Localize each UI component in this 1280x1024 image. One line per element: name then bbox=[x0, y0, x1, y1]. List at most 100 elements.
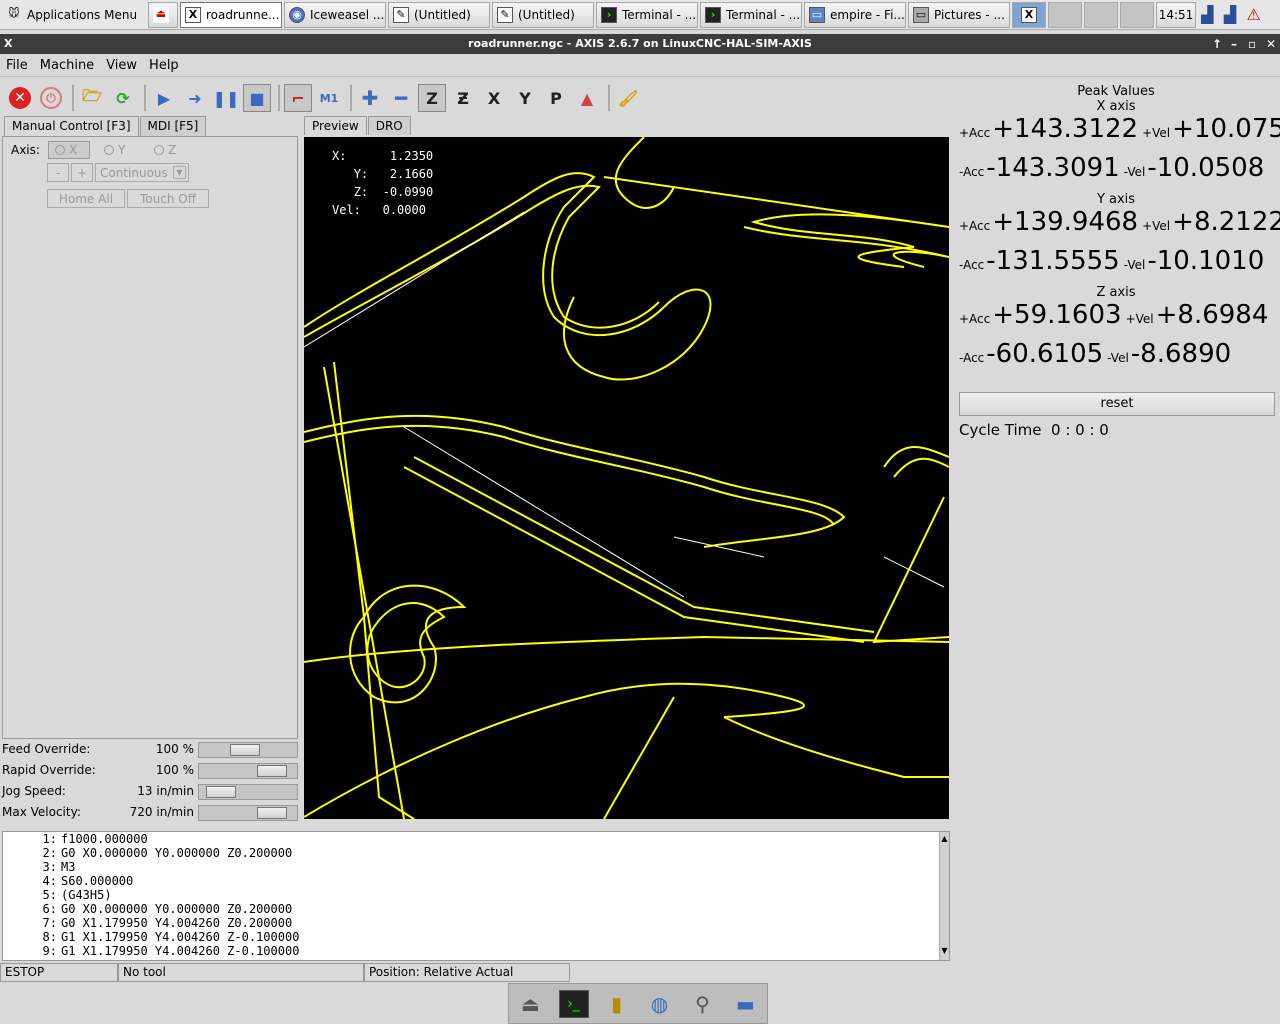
menu-machine[interactable]: Machine bbox=[34, 58, 100, 73]
tab-mdi[interactable]: MDI [F5] bbox=[139, 116, 207, 136]
reload-button[interactable]: ⟳ bbox=[109, 84, 137, 112]
web-browser-icon[interactable]: ◍ bbox=[645, 990, 675, 1018]
menu-help[interactable]: Help bbox=[143, 58, 185, 73]
task-untitled-1[interactable]: ✎ (Untitled) bbox=[388, 1, 490, 28]
task-terminal-1[interactable]: › Terminal - ... bbox=[596, 1, 698, 28]
pause-button[interactable]: ❚❚ bbox=[212, 84, 240, 112]
menu-view[interactable]: View bbox=[100, 58, 143, 73]
tab-manual-control[interactable]: Manual Control [F3] bbox=[4, 116, 139, 136]
home-all-button[interactable]: Home All bbox=[47, 189, 125, 208]
slider-handle[interactable] bbox=[206, 786, 236, 798]
workspace-3[interactable] bbox=[1084, 1, 1118, 28]
gcode-line[interactable]: 6: G0 X0.000000 Y0.000000 Z0.200000 bbox=[3, 902, 949, 916]
slider-handle[interactable] bbox=[257, 765, 287, 777]
task-empire[interactable]: ▭ empire - Fi... bbox=[804, 1, 906, 28]
slider-handle[interactable] bbox=[257, 807, 287, 819]
raise-icon[interactable]: ↑ bbox=[1212, 34, 1222, 54]
gcode-line-number: 6: bbox=[42, 902, 57, 916]
tab-dro[interactable]: DRO bbox=[367, 116, 411, 135]
tab-preview[interactable]: Preview bbox=[304, 116, 367, 135]
jog-minus-button[interactable]: - bbox=[47, 163, 69, 182]
gcode-line[interactable]: 1: f1000.000000 bbox=[3, 832, 949, 846]
window-titlebar[interactable]: X roadrunner.ngc - AXIS 2.6.7 on LinuxCN… bbox=[0, 34, 1280, 54]
applications-menu-button[interactable]: 🐭 Applications Menu bbox=[2, 2, 146, 28]
gcode-line[interactable]: 7: G0 X1.179950 Y4.004260 Z0.200000 bbox=[3, 916, 949, 930]
editor-icon: ✎ bbox=[393, 6, 409, 23]
estop-button[interactable]: ✕ bbox=[6, 84, 34, 112]
zoom-in-button[interactable]: ✚ bbox=[356, 84, 384, 112]
gcode-listing[interactable]: 1: f1000.000000 2: G0 X0.000000 Y0.000000 Z… bbox=[2, 831, 950, 961]
jog-plus-button[interactable]: + bbox=[71, 163, 93, 182]
left-panel: Manual Control [F3] MDI [F5] Axis: X Y Z… bbox=[0, 116, 300, 739]
gcode-line[interactable]: 2: G0 X0.000000 Y0.000000 Z0.200000 bbox=[3, 846, 949, 860]
folder-icon: ▭ bbox=[913, 6, 929, 23]
slider-handle[interactable] bbox=[230, 744, 260, 756]
network-signal-icon[interactable]: ▟ bbox=[1224, 5, 1236, 24]
folder-open-icon: 🗁 bbox=[82, 85, 102, 105]
maximize-icon[interactable]: ▫ bbox=[1248, 34, 1256, 54]
gcode-line[interactable]: 5: (G43H5) bbox=[3, 888, 949, 902]
close-icon[interactable]: ✕ bbox=[1266, 34, 1276, 54]
open-file-button[interactable]: 🗁 bbox=[78, 84, 106, 112]
search-icon[interactable]: ⚲ bbox=[688, 990, 718, 1018]
max-velocity-slider[interactable] bbox=[198, 805, 298, 821]
task-terminal-2[interactable]: › Terminal - ... bbox=[700, 1, 802, 28]
clear-backplot-button[interactable]: 🖌 bbox=[614, 84, 642, 112]
minimize-icon[interactable]: – bbox=[1231, 34, 1237, 54]
nacc-label: -Acc bbox=[959, 351, 985, 365]
jog-mode-select[interactable]: Continuous ▼ bbox=[95, 163, 189, 182]
zoom-out-button[interactable]: ━ bbox=[387, 84, 415, 112]
gcode-scrollbar[interactable]: ▲ ▼ bbox=[939, 832, 949, 960]
block-delete-button[interactable]: ⌐ bbox=[284, 84, 312, 112]
view-p-button[interactable]: P bbox=[542, 84, 570, 112]
view-y-button[interactable]: Y bbox=[511, 84, 539, 112]
view-z-button[interactable]: Z bbox=[418, 84, 446, 112]
scroll-up-icon[interactable]: ▲ bbox=[940, 834, 949, 846]
show-desktop-icon[interactable]: ⏏ bbox=[516, 990, 546, 1018]
workspace-1[interactable]: X bbox=[1012, 1, 1046, 28]
file-manager-icon[interactable]: ▮ bbox=[602, 990, 632, 1018]
logout-icon: ⏏ bbox=[153, 6, 169, 23]
axis-x-radio[interactable]: X bbox=[47, 141, 90, 159]
stop-button[interactable]: ■ bbox=[243, 84, 271, 112]
clock[interactable]: 14:51 bbox=[1156, 1, 1196, 28]
run-button[interactable]: ▶ bbox=[150, 84, 178, 112]
reset-button[interactable]: reset bbox=[959, 392, 1275, 416]
terminal-icon[interactable]: ›_ bbox=[558, 989, 589, 1018]
workspace-4[interactable] bbox=[1120, 1, 1154, 28]
toolpath-preview[interactable] bbox=[304, 137, 949, 819]
axis-y-radio[interactable]: Y bbox=[98, 141, 140, 159]
folder-icon: ▭ bbox=[809, 6, 825, 23]
gcode-line[interactable]: 8: G1 X1.179950 Y4.004260 Z-0.100000 bbox=[3, 930, 949, 944]
task-pictures[interactable]: ▭ Pictures - ... bbox=[908, 1, 1010, 28]
gcode-line[interactable]: 9: G1 X1.179950 Y4.004260 Z-0.100000 bbox=[3, 944, 949, 958]
jog-speed-slider[interactable] bbox=[198, 784, 298, 800]
machine-power-button[interactable]: ⏻ bbox=[37, 84, 65, 112]
axis-z-radio[interactable]: Z bbox=[148, 141, 190, 159]
folder-icon[interactable]: ▬ bbox=[731, 990, 761, 1018]
task-iceweasel[interactable]: ◉ Iceweasel ... bbox=[284, 1, 386, 28]
task-roadrunner[interactable]: Xroadrunne... bbox=[180, 1, 282, 28]
rapid-override-slider[interactable] bbox=[198, 763, 298, 779]
gcode-line[interactable]: 3: M3 bbox=[3, 860, 949, 874]
step-button[interactable]: ➜ bbox=[181, 84, 209, 112]
x-nvel-value: -10.0508 bbox=[1147, 153, 1265, 183]
pvel-label: +Vel bbox=[1142, 126, 1171, 140]
chevron-down-icon: ▼ bbox=[173, 166, 186, 179]
logout-button[interactable]: ⏏ bbox=[148, 1, 178, 28]
warning-icon[interactable]: ⚠ bbox=[1246, 5, 1260, 24]
feed-override-slider[interactable] bbox=[198, 742, 298, 758]
optional-stop-button[interactable]: M1 bbox=[315, 84, 343, 112]
cone-icon: ▲ bbox=[580, 88, 594, 108]
network-signal-icon[interactable]: ▟ bbox=[1201, 5, 1213, 24]
view-z2-button[interactable]: Ƶ bbox=[449, 84, 477, 112]
menu-file[interactable]: File bbox=[0, 58, 34, 73]
rotate-view-button[interactable]: ▲ bbox=[573, 84, 601, 112]
task-untitled-2[interactable]: ✎ (Untitled) bbox=[492, 1, 594, 28]
workspace-2[interactable] bbox=[1048, 1, 1082, 28]
gcode-line[interactable]: 4: S60.000000 bbox=[3, 874, 949, 888]
view-x-button[interactable]: X bbox=[480, 84, 508, 112]
window-menu-icon[interactable]: X bbox=[4, 34, 12, 54]
scroll-down-icon[interactable]: ▼ bbox=[940, 946, 949, 958]
touch-off-button[interactable]: Touch Off bbox=[127, 189, 209, 208]
